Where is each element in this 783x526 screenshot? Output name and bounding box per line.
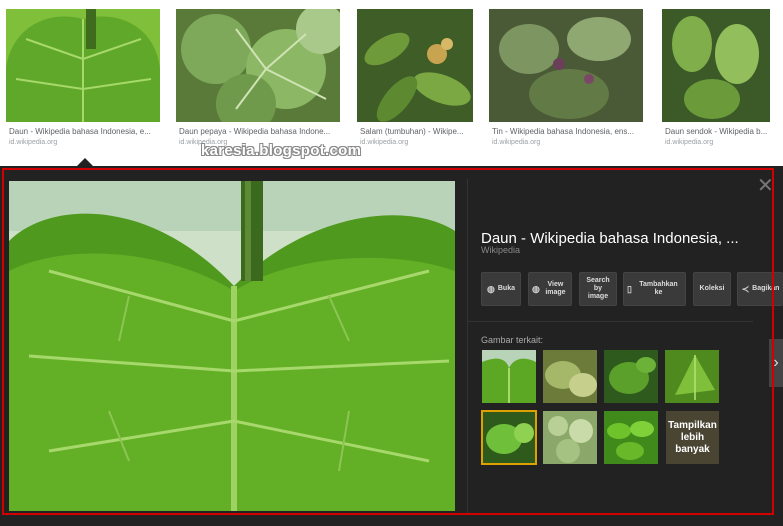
add-to-label: Tambahkan ke: [639, 281, 678, 296]
open-label: Buka: [497, 285, 515, 292]
add-to-button[interactable]: ▯ Tambahkan ke: [623, 272, 686, 306]
preview-source[interactable]: Wikipedia: [481, 245, 520, 255]
result-image-leaf[interactable]: [6, 9, 160, 122]
panel-divider: [467, 179, 468, 515]
related-image[interactable]: [604, 411, 658, 464]
results-strip: Daun - Wikipedia bahasa Indonesia, e... …: [0, 0, 783, 166]
view-image-button[interactable]: ◍ View image: [528, 272, 572, 306]
related-image[interactable]: [543, 411, 597, 464]
result-thumbnail[interactable]: Daun sendok - Wikipedia b... id.wikipedi…: [662, 9, 770, 146]
result-source: id.wikipedia.org: [665, 139, 714, 146]
related-image-selected[interactable]: [481, 410, 537, 465]
related-image[interactable]: [543, 350, 597, 403]
result-source: id.wikipedia.org: [492, 139, 541, 146]
result-thumbnail[interactable]: Salam (tumbuhan) - Wikipe... id.wikipedi…: [357, 9, 473, 146]
show-more-button[interactable]: Tampilkan lebih banyak: [666, 411, 719, 464]
selected-pointer: [77, 158, 93, 166]
result-source: id.wikipedia.org: [9, 139, 58, 146]
bookmark-icon: ▯: [627, 284, 632, 294]
globe-icon: ◍: [532, 284, 540, 294]
share-icon: ≺: [741, 284, 750, 294]
result-image-tin[interactable]: [489, 9, 643, 122]
result-image-papaya[interactable]: [176, 9, 340, 122]
watermark-text: karesia.blogspot.com: [201, 142, 362, 159]
result-thumbnail[interactable]: Tin - Wikipedia bahasa Indonesia, ens...…: [489, 9, 643, 146]
search-by-image-button[interactable]: Search by image: [579, 272, 617, 306]
related-images-label: Gambar terkait:: [481, 335, 544, 345]
result-title[interactable]: Daun - Wikipedia bahasa Indonesia, e...: [9, 127, 169, 136]
search-by-image-label: Search by image: [586, 277, 610, 300]
result-title[interactable]: Daun sendok - Wikipedia b...: [665, 127, 783, 136]
section-divider: [468, 321, 753, 322]
collection-button[interactable]: Koleksi: [693, 272, 731, 306]
open-button[interactable]: ◍ Buka: [481, 272, 521, 306]
view-image-label: View image: [545, 281, 566, 296]
related-image[interactable]: [604, 350, 658, 403]
globe-icon: ◍: [487, 284, 495, 294]
related-image[interactable]: [665, 350, 719, 403]
preview-main-image[interactable]: [9, 181, 455, 511]
result-thumbnail[interactable]: Daun pepaya - Wikipedia bahasa Indone...…: [176, 9, 340, 146]
result-title[interactable]: Daun pepaya - Wikipedia bahasa Indone...: [179, 127, 339, 136]
share-button[interactable]: ≺ Bagikan: [737, 272, 783, 306]
share-label: Bagikan: [752, 285, 780, 292]
result-thumbnail[interactable]: Daun - Wikipedia bahasa Indonesia, e... …: [6, 9, 160, 146]
chevron-right-icon[interactable]: ›: [769, 339, 783, 387]
result-title[interactable]: Tin - Wikipedia bahasa Indonesia, ens...: [492, 127, 652, 136]
close-icon[interactable]: ✕: [757, 176, 774, 196]
related-image[interactable]: [482, 350, 536, 403]
result-source: id.wikipedia.org: [360, 139, 409, 146]
result-image-salam[interactable]: [357, 9, 473, 122]
result-image-sendok[interactable]: [662, 9, 770, 122]
collection-label: Koleksi: [699, 285, 725, 292]
